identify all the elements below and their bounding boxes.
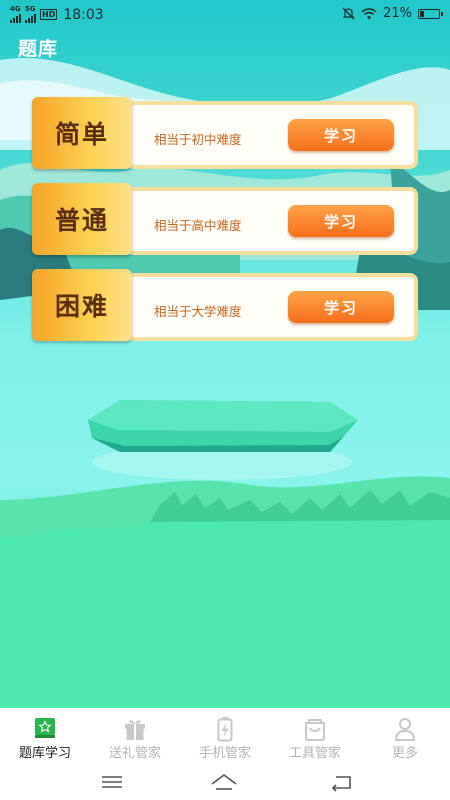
wifi-icon (361, 7, 377, 19)
battery-icon (418, 8, 443, 19)
battery-percent: 21% (383, 6, 412, 21)
tab-phone-manager[interactable]: 手机管家 (180, 708, 270, 766)
page-title: 题库 (18, 38, 59, 60)
tab-label: 工具管家 (288, 746, 341, 761)
app-screen: 4G 5G HD 18:03 21% 题库 简单 相当于初中难度 学习 普通 相… (0, 0, 450, 800)
system-nav-bar (0, 766, 450, 800)
bottom-tab-bar: 题库学习 送礼管家 手机管家 工具管家 更多 (0, 708, 450, 766)
study-button-normal[interactable]: 学习 (288, 205, 394, 237)
study-button-easy[interactable]: 学习 (288, 119, 394, 151)
level-card-hard: 困难 相当于大学难度 学习 (32, 269, 418, 341)
home-icon[interactable] (209, 770, 239, 794)
level-card-normal: 普通 相当于高中难度 学习 (32, 183, 418, 255)
clock: 18:03 (63, 6, 104, 23)
tab-question-bank[interactable]: 题库学习 (0, 708, 90, 766)
hd-icon: HD (40, 9, 58, 20)
tab-label: 题库学习 (18, 746, 71, 761)
level-description: 相当于高中难度 (154, 218, 242, 233)
menu-icon[interactable] (97, 770, 127, 794)
tab-gift-manager[interactable]: 送礼管家 (90, 708, 180, 766)
person-icon (394, 718, 416, 741)
back-icon[interactable] (327, 770, 357, 794)
battery-bolt-icon (217, 717, 233, 742)
level-card-body: 相当于大学难度 学习 (126, 273, 418, 341)
level-card-body: 相当于高中难度 学习 (126, 187, 418, 255)
mute-icon (342, 7, 355, 20)
network-type-1: 4G (10, 5, 21, 13)
cellular-signal-1: 4G (10, 6, 21, 23)
gift-icon (125, 720, 145, 740)
level-card-easy: 简单 相当于初中难度 学习 (32, 97, 418, 169)
network-type-2: 5G (25, 5, 36, 13)
level-description: 相当于大学难度 (154, 304, 242, 319)
tab-label: 送礼管家 (108, 746, 161, 761)
tab-label: 手机管家 (198, 746, 251, 761)
signal-icon (25, 13, 36, 23)
level-name: 普通 (32, 183, 132, 255)
tab-label: 更多 (391, 746, 418, 761)
bag-icon (305, 719, 325, 741)
star-badge-icon (35, 718, 55, 738)
level-card-body: 相当于初中难度 学习 (126, 101, 418, 169)
level-name: 困难 (32, 269, 132, 341)
study-button-hard[interactable]: 学习 (288, 291, 394, 323)
status-bar: 4G 5G HD 18:03 21% (0, 0, 450, 28)
tab-more[interactable]: 更多 (360, 708, 450, 766)
cellular-signal-2: 5G (25, 6, 36, 23)
signal-icon (10, 13, 21, 23)
level-name: 简单 (32, 97, 132, 169)
level-description: 相当于初中难度 (154, 132, 242, 147)
tab-tool-manager[interactable]: 工具管家 (270, 708, 360, 766)
